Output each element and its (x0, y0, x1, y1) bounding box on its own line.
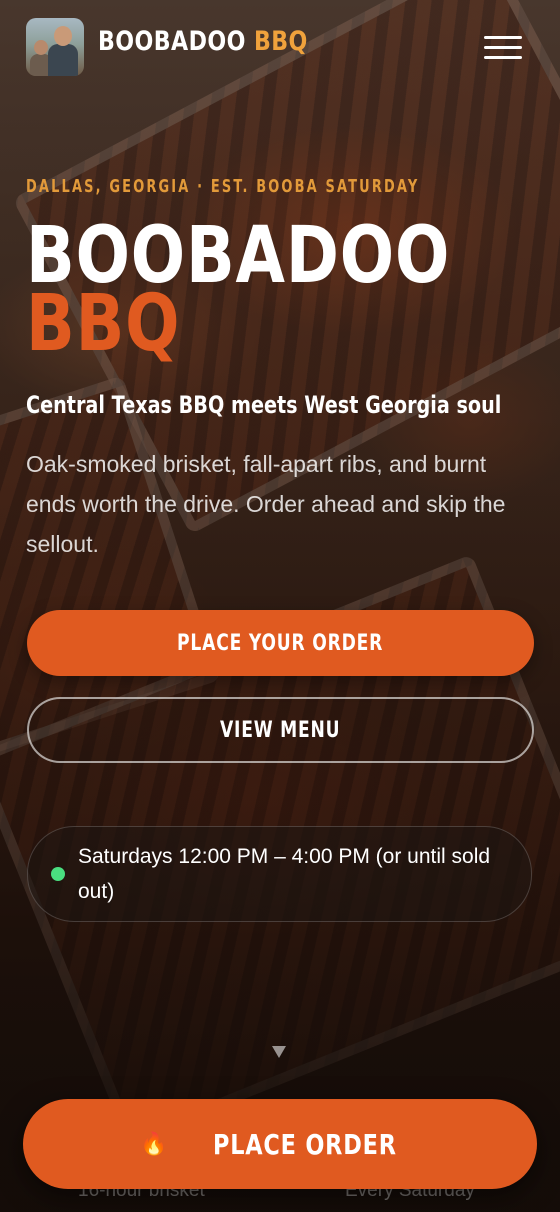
fire-icon: 🔥 (140, 1131, 168, 1156)
hours-text: Saturdays 12:00 PM – 4:00 PM (or until s… (78, 845, 491, 903)
hero-description: Oak-smoked brisket, fall-apart ribs, and… (26, 451, 506, 557)
view-menu-button[interactable]: VIEW MENU (27, 697, 534, 763)
headline-line-2: BBQ (26, 279, 181, 369)
brand-name: BOOBADOO (98, 26, 246, 57)
sticky-place-order-button[interactable]: 🔥 PLACE ORDER (23, 1099, 537, 1189)
hero-eyebrow: DALLAS, GEORGIA · EST. BOOBA SATURDAY (26, 176, 420, 197)
brand-logo-text[interactable]: BOOBADOO BBQ (98, 26, 308, 57)
hero-tagline: Central Texas BBQ meets West Georgia sou… (26, 391, 502, 419)
scroll-down-arrow-icon[interactable] (272, 1046, 286, 1058)
hero-headline: BOOBADOO BBQ (26, 217, 543, 369)
brand-avatar[interactable] (26, 18, 84, 76)
site-header: BOOBADOO BBQ (0, 0, 560, 96)
hours-badge: Saturdays 12:00 PM – 4:00 PM (or until s… (27, 826, 532, 922)
sticky-place-order-label: PLACE ORDER (212, 1127, 397, 1161)
place-your-order-label: PLACE YOUR ORDER (177, 630, 384, 656)
place-your-order-button[interactable]: PLACE YOUR ORDER (27, 610, 534, 676)
hamburger-menu-icon[interactable] (484, 34, 524, 62)
view-menu-label: VIEW MENU (220, 717, 341, 743)
brand-accent: BBQ (253, 26, 308, 57)
status-dot-icon (51, 867, 65, 881)
